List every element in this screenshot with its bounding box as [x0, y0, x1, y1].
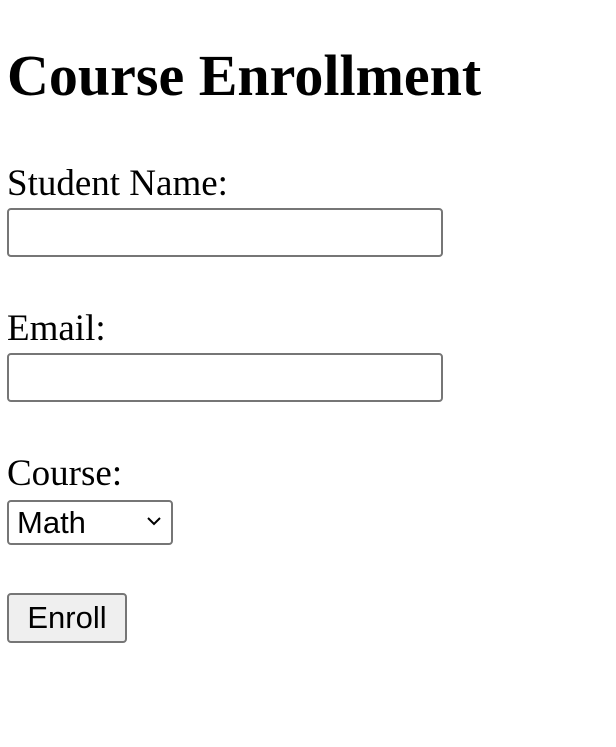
course-select-value: Math: [17, 505, 86, 540]
email-input[interactable]: [7, 353, 443, 402]
page-title: Course Enrollment: [7, 43, 482, 108]
course-select[interactable]: Math: [7, 500, 173, 545]
email-label: Email:: [7, 308, 106, 349]
student-name-label: Student Name:: [7, 163, 228, 204]
enroll-button[interactable]: Enroll: [7, 593, 127, 643]
student-name-input[interactable]: [7, 208, 443, 257]
chevron-down-icon: [147, 517, 161, 526]
course-label: Course:: [7, 453, 123, 494]
enrollment-page: Course Enrollment Student Name: Email: C…: [0, 0, 616, 747]
